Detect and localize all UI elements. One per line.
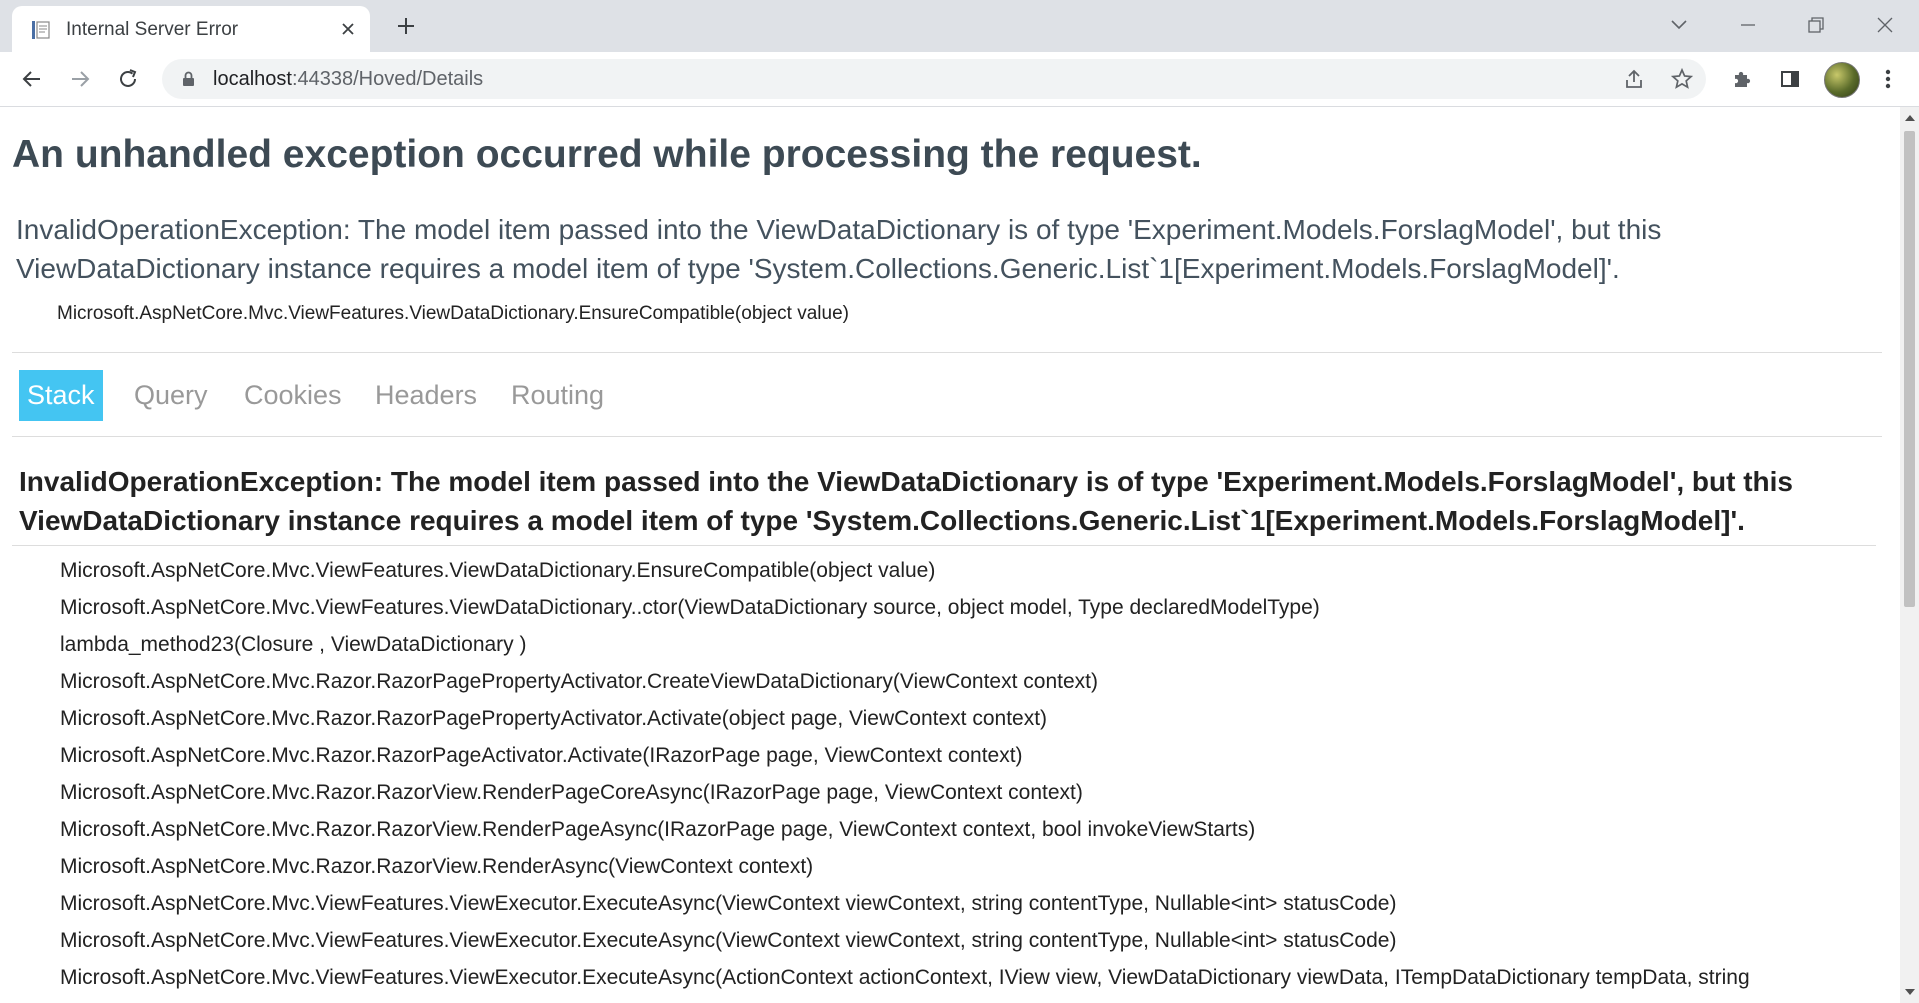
- lock-icon[interactable]: [182, 71, 195, 92]
- restore-icon[interactable]: [1801, 10, 1831, 40]
- side-panel-icon[interactable]: [1776, 65, 1804, 93]
- new-tab-icon[interactable]: [392, 12, 420, 40]
- error-summary: InvalidOperationException: The model ite…: [16, 214, 1662, 284]
- page-heading: An unhandled exception occurred while pr…: [12, 133, 1202, 176]
- scroll-up-arrow-icon[interactable]: [1905, 115, 1915, 121]
- browser-toolbar: localhost:44338/Hoved/Details: [0, 52, 1919, 107]
- url-path: :44338/Hoved/Details: [291, 68, 484, 90]
- page-scrollbar[interactable]: [1900, 107, 1919, 1003]
- close-window-icon[interactable]: [1870, 10, 1900, 40]
- stack-frame[interactable]: Microsoft.AspNetCore.Mvc.ViewFeatures.Vi…: [60, 922, 1750, 959]
- tab-stack[interactable]: Stack: [19, 370, 103, 421]
- tab-query[interactable]: Query: [126, 370, 216, 421]
- stack-frame[interactable]: Microsoft.AspNetCore.Mvc.Razor.RazorView…: [60, 848, 1750, 885]
- error-page: An unhandled exception occurred while pr…: [0, 107, 1900, 1003]
- error-location: Microsoft.AspNetCore.Mvc.ViewFeatures.Vi…: [57, 303, 849, 324]
- bookmark-star-icon[interactable]: [1670, 67, 1694, 91]
- stack-frame[interactable]: lambda_method23(Closure , ViewDataDictio…: [60, 626, 1750, 663]
- tab-title: Internal Server Error: [66, 19, 239, 40]
- profile-avatar[interactable]: [1824, 62, 1860, 98]
- divider: [12, 352, 1882, 353]
- stack-frame[interactable]: Microsoft.AspNetCore.Mvc.ViewFeatures.Vi…: [60, 959, 1750, 996]
- back-arrow-icon[interactable]: [16, 63, 48, 95]
- close-tab-icon[interactable]: [336, 17, 360, 41]
- page-favicon-icon: [30, 19, 52, 41]
- stack-frame[interactable]: Microsoft.AspNetCore.Mvc.Razor.RazorPage…: [60, 700, 1750, 737]
- extensions-puzzle-icon[interactable]: [1728, 65, 1756, 93]
- forward-arrow-icon[interactable]: [64, 63, 96, 95]
- scroll-down-arrow-icon[interactable]: [1905, 989, 1915, 995]
- stack-frame[interactable]: Microsoft.AspNetCore.Mvc.ViewFeatures.Vi…: [60, 552, 1750, 589]
- reload-icon[interactable]: [112, 63, 144, 95]
- tab-routing[interactable]: Routing: [503, 370, 612, 421]
- stack-frame[interactable]: Microsoft.AspNetCore.Mvc.ViewFeatures.Vi…: [60, 885, 1750, 922]
- stack-frame[interactable]: Microsoft.AspNetCore.Mvc.Razor.RazorPage…: [60, 663, 1750, 700]
- stack-frame[interactable]: Microsoft.AspNetCore.Mvc.Razor.RazorView…: [60, 811, 1750, 848]
- minimize-icon[interactable]: [1733, 10, 1763, 40]
- divider: [12, 436, 1882, 437]
- address-bar[interactable]: localhost:44338/Hoved/Details: [162, 59, 1706, 99]
- divider: [12, 545, 1876, 546]
- tab-strip: Internal Server Error: [0, 0, 1919, 52]
- stack-frame[interactable]: Microsoft.AspNetCore.Mvc.Razor.RazorPage…: [60, 737, 1750, 774]
- exception-title: InvalidOperationException: The model ite…: [19, 466, 1793, 536]
- more-menu-icon[interactable]: [1874, 65, 1902, 93]
- stack-frame[interactable]: Microsoft.AspNetCore.Mvc.ViewFeatures.Vi…: [60, 589, 1750, 626]
- scrollbar-thumb[interactable]: [1904, 131, 1915, 607]
- stack-frame[interactable]: Microsoft.AspNetCore.Mvc.Razor.RazorView…: [60, 774, 1750, 811]
- share-icon[interactable]: [1622, 67, 1646, 91]
- tab-search-chevron-icon[interactable]: [1664, 10, 1694, 40]
- tab-cookies[interactable]: Cookies: [236, 370, 350, 421]
- stack-frames: Microsoft.AspNetCore.Mvc.ViewFeatures.Vi…: [60, 552, 1750, 996]
- browser-tab[interactable]: Internal Server Error: [12, 6, 370, 52]
- url-host: localhost: [213, 68, 292, 90]
- tab-headers[interactable]: Headers: [367, 370, 485, 421]
- url-text[interactable]: localhost:44338/Hoved/Details: [213, 68, 483, 91]
